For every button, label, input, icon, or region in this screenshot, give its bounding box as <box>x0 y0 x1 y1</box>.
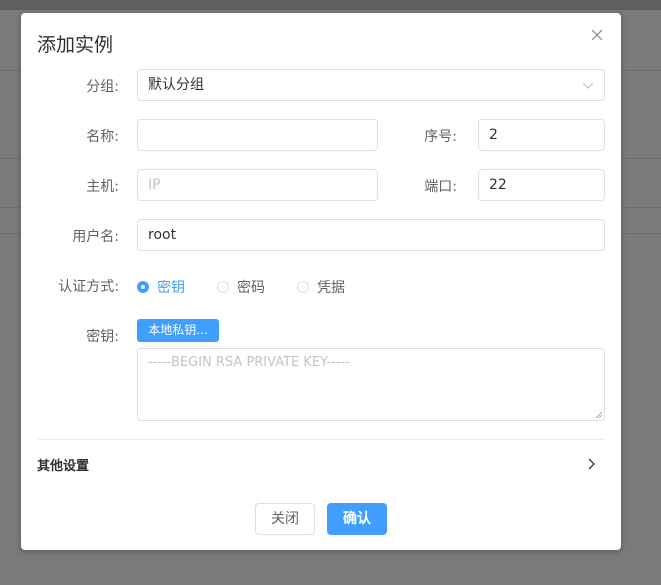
group-select[interactable]: 默认分组 <box>137 69 605 101</box>
auth-radio-key[interactable]: 密钥 <box>137 277 185 297</box>
auth-radio-password[interactable]: 密码 <box>217 277 265 297</box>
order-label: 序号: <box>424 129 457 145</box>
confirm-button[interactable]: 确认 <box>327 503 387 535</box>
dialog-title: 添加实例 <box>37 34 114 56</box>
other-settings-toggle[interactable]: 其他设置 <box>37 455 89 474</box>
group-select-value: 默认分组 <box>148 77 204 93</box>
username-label: 用户名: <box>72 229 119 245</box>
host-input[interactable]: IP <box>137 169 378 201</box>
radio-unchecked-icon <box>297 281 309 293</box>
chevron-right-icon[interactable] <box>585 457 597 471</box>
host-label: 主机: <box>86 179 119 195</box>
auth-radio-key-label: 密钥 <box>157 280 185 296</box>
auth-radio-credential-label: 凭据 <box>317 280 345 296</box>
key-label: 密钥: <box>86 329 119 345</box>
auth-radio-password-label: 密码 <box>237 280 265 296</box>
port-label: 端口: <box>424 179 457 195</box>
section-divider <box>37 439 605 440</box>
add-instance-dialog: 添加实例 分组: 默认分组 名称: 序号: 2 主机: IP 端口: 22 用户… <box>21 13 621 550</box>
port-input[interactable]: 22 <box>478 169 605 201</box>
resize-grip-icon[interactable] <box>595 411 603 419</box>
name-label: 名称: <box>86 129 119 145</box>
private-key-placeholder: -----BEGIN RSA PRIVATE KEY----- <box>148 355 350 370</box>
close-button[interactable]: 关闭 <box>255 503 315 535</box>
auth-method-label: 认证方式: <box>58 279 119 295</box>
private-key-textarea[interactable]: -----BEGIN RSA PRIVATE KEY----- <box>137 348 605 421</box>
name-input[interactable] <box>137 119 378 151</box>
background-topbar <box>0 0 661 10</box>
auth-radio-credential[interactable]: 凭据 <box>297 277 345 297</box>
radio-checked-icon <box>137 281 149 293</box>
chevron-down-icon <box>582 82 594 89</box>
close-icon[interactable] <box>589 27 605 43</box>
upload-private-key-button[interactable]: 本地私钥... <box>137 319 219 342</box>
radio-unchecked-icon <box>217 281 229 293</box>
group-label: 分组: <box>86 79 119 95</box>
username-input[interactable]: root <box>137 219 605 251</box>
order-input[interactable]: 2 <box>478 119 605 151</box>
